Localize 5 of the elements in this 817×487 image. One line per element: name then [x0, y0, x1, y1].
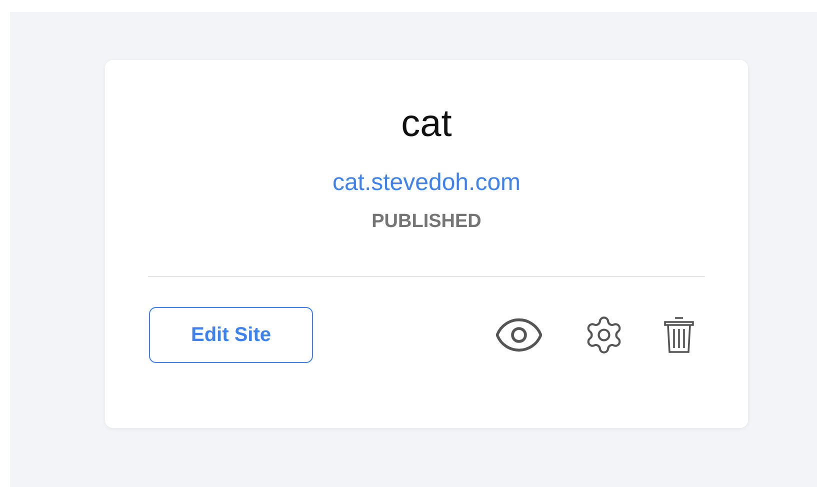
edit-site-button[interactable]: Edit Site: [149, 307, 313, 363]
trash-icon[interactable]: [663, 315, 695, 355]
site-url-link[interactable]: cat.stevedoh.com: [332, 168, 521, 198]
site-name: cat: [401, 102, 452, 147]
site-status: PUBLISHED: [372, 210, 482, 234]
